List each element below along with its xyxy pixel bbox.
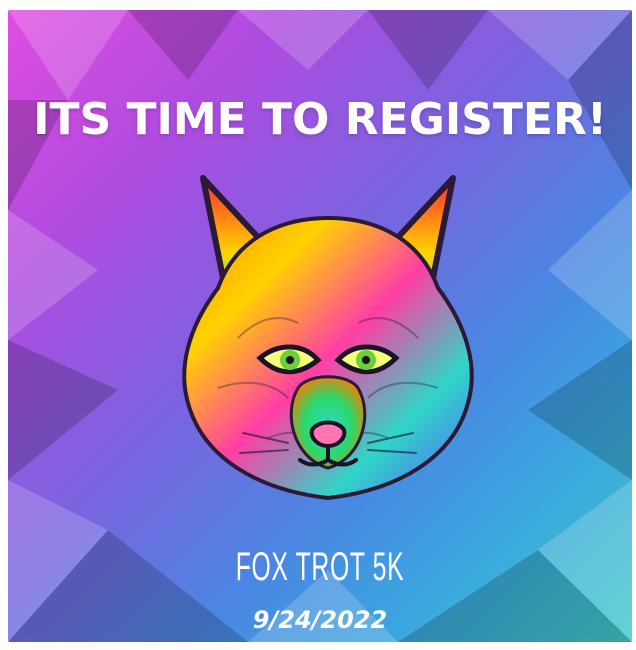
- registration-poster: ITS TIME TO REGISTER! FOX TROT 5K 9/24/2…: [8, 10, 632, 642]
- event-name: FOX TROT 5K: [235, 545, 405, 589]
- rainbow-fox-head-icon: [182, 175, 474, 501]
- image-frame: ITS TIME TO REGISTER! FOX TROT 5K 9/24/2…: [0, 0, 636, 650]
- event-date: 9/24/2022: [252, 606, 388, 634]
